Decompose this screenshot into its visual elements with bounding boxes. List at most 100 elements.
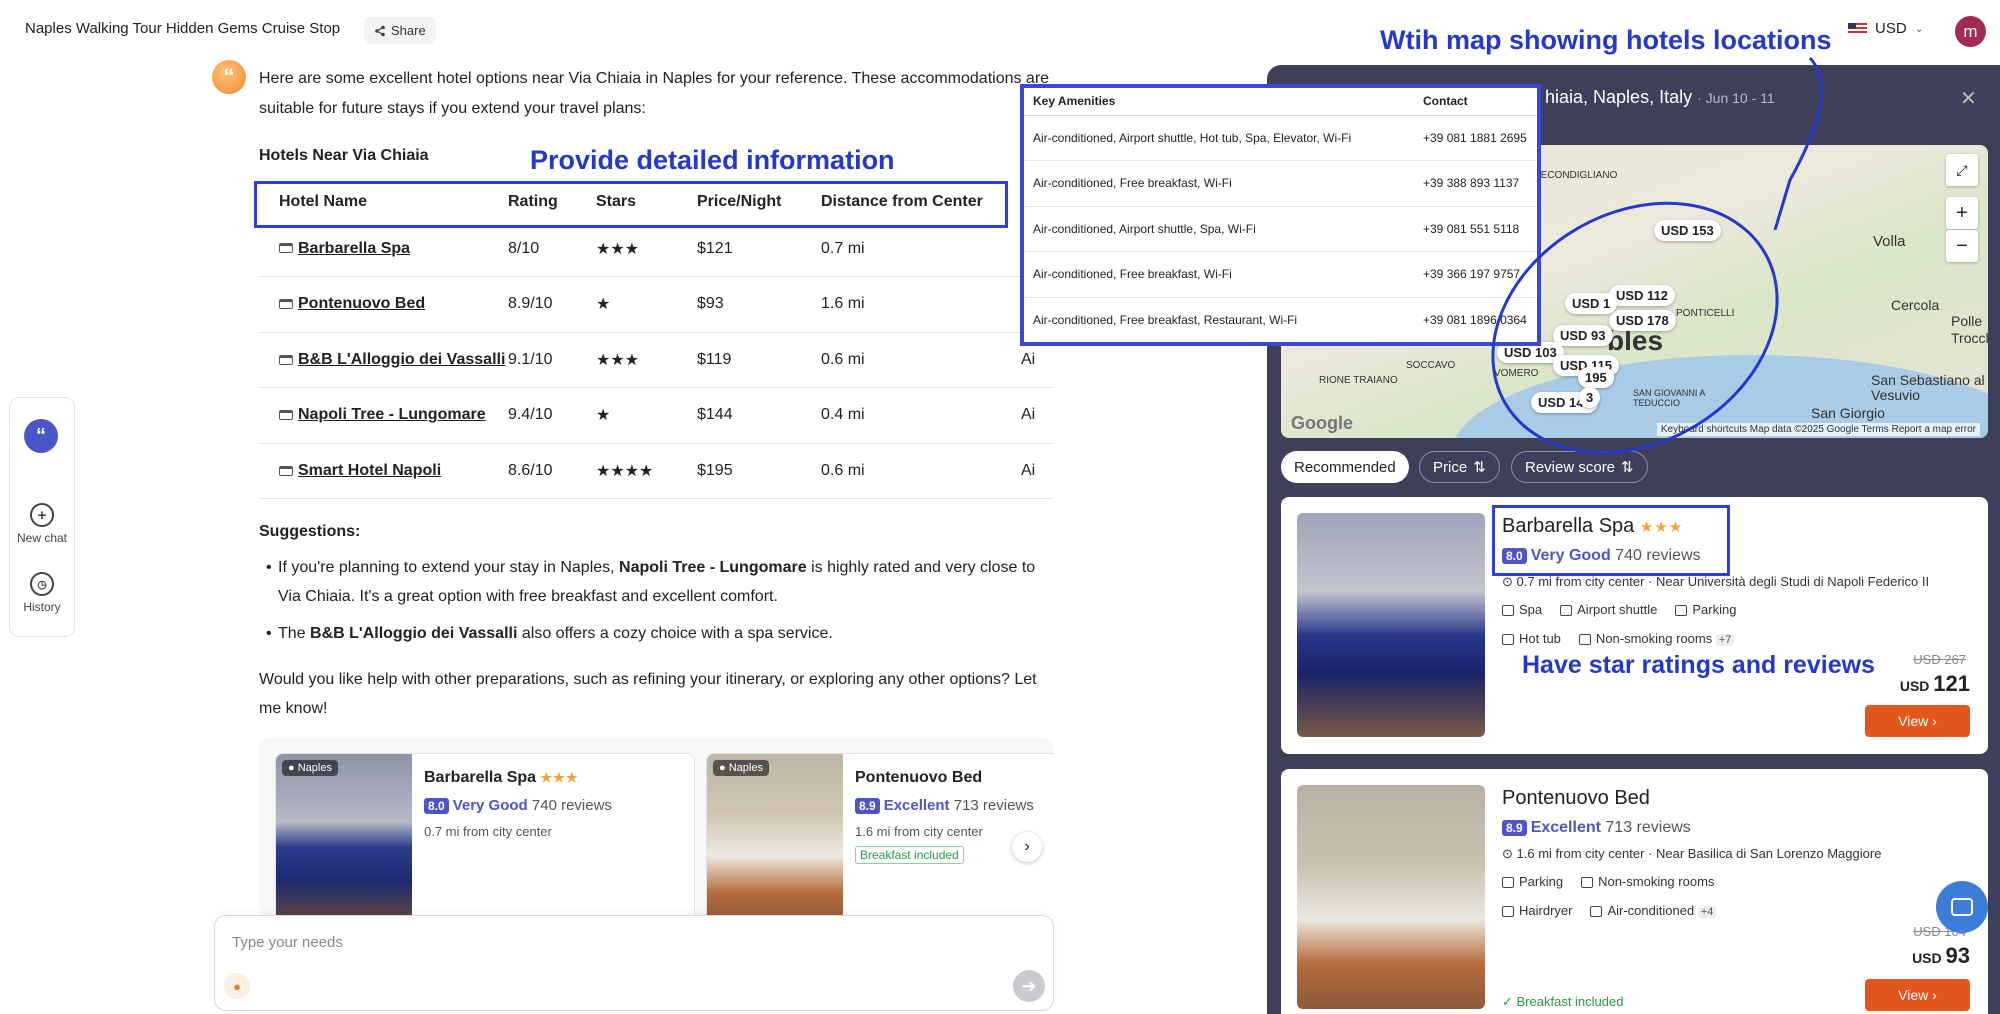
- amenities-table-overlay: Key Amenities Contact Air-conditioned, A…: [1020, 84, 1541, 346]
- bed-icon: [279, 465, 293, 476]
- map-label: Polle: [1951, 313, 1983, 329]
- amenity-item: Parking: [1502, 874, 1563, 889]
- stars-cell: ★★★★: [596, 443, 697, 499]
- price-cell: $195: [697, 443, 821, 499]
- currency-selector[interactable]: USD ⌄: [1848, 20, 1924, 37]
- original-price: USD 267: [1913, 652, 1966, 667]
- hotel-photo: [1297, 785, 1485, 1009]
- hotel-card[interactable]: ● Naples Barbarella Spa ★★★ 8.0 Very Good…: [275, 753, 695, 916]
- annotation-detail: Provide detailed information: [530, 145, 895, 175]
- parking-icon: [1502, 877, 1514, 889]
- table-row: Smart Hotel Napoli 8.6/10 ★★★★ $195 0.6 …: [259, 443, 1053, 499]
- location-tag: ● Naples: [282, 760, 338, 776]
- close-icon[interactable]: ✕: [1960, 86, 1977, 111]
- sort-price[interactable]: Price ⇅: [1419, 451, 1500, 483]
- hotel-card[interactable]: Pontenuovo Bed 8.9 Excellent 713 reviews …: [1281, 769, 1988, 1014]
- amenity-item: Hairdryer: [1502, 903, 1572, 918]
- breakfast-note: ✓ Breakfast included: [1502, 994, 1624, 1009]
- chevron-right-icon: ›: [1024, 838, 1030, 855]
- sort-recommended[interactable]: Recommended: [1281, 451, 1409, 483]
- microphone-icon[interactable]: ●: [224, 973, 250, 999]
- hotel-name: Barbarella Spa: [424, 769, 537, 786]
- price-pin[interactable]: 195: [1578, 367, 1614, 388]
- zoom-in-button[interactable]: +: [1946, 197, 1978, 229]
- hotel-link[interactable]: Smart Hotel Napoli: [298, 462, 441, 479]
- chat-input[interactable]: Type your needs: [232, 934, 343, 951]
- map-label: San Giorgio: [1811, 405, 1885, 421]
- chat-support-button[interactable]: [1936, 881, 1988, 933]
- hotel-link[interactable]: Barbarella Spa: [298, 240, 410, 257]
- score-badge: 8.0: [424, 798, 449, 814]
- rating-cell: 9.1/10: [508, 332, 596, 388]
- hotel-photo: ● Naples: [276, 754, 412, 916]
- annotation-map: Wtih map showing hotels locations: [1380, 25, 1832, 55]
- map-label: Cercola: [1891, 297, 1940, 313]
- app-logo-icon[interactable]: “: [24, 419, 58, 453]
- price: USD 93: [1912, 943, 1970, 968]
- panel-header: hiaia, Naples, Italy · Jun 10 - 11: [1545, 87, 1775, 107]
- new-chat-button[interactable]: + New chat: [9, 503, 75, 545]
- map-label: RIONE TRAIANO: [1319, 375, 1398, 386]
- score-badge: 8.9: [855, 798, 880, 814]
- assistant-intro-text: Here are some excellent hotel options ne…: [259, 70, 1050, 117]
- hotels-table: Hotel Name Rating Stars Price/Night Dist…: [259, 183, 1053, 499]
- sort-review-score[interactable]: Review score ⇅: [1511, 451, 1648, 483]
- price-pin[interactable]: USD 178: [1609, 310, 1676, 331]
- clock-icon: ◷: [30, 572, 54, 596]
- closing-text: Would you like help with other preparati…: [259, 671, 1037, 717]
- share-label: Share: [391, 23, 426, 38]
- hotel-name: Pontenuovo Bed: [855, 769, 983, 786]
- avatar[interactable]: m: [1955, 16, 1986, 47]
- hotel-photo: ● Naples: [707, 754, 843, 916]
- bed-icon: [279, 410, 293, 421]
- share-button[interactable]: Share: [364, 17, 436, 44]
- hotel-card[interactable]: ● Naples Pontenuovo Bed 8.9 Excellent 713…: [706, 753, 1054, 916]
- amenities-row: Hot tub Non-smoking rooms +7: [1502, 631, 1735, 646]
- fullscreen-icon[interactable]: ⤢: [1946, 154, 1978, 186]
- price-pin[interactable]: USD 153: [1654, 220, 1721, 241]
- location-tag: ● Naples: [713, 760, 769, 776]
- price-pin[interactable]: USD 1: [1565, 293, 1618, 314]
- table-row: Barbarella Spa 8/10 ★★★ $121 0.7 mi: [259, 221, 1053, 277]
- table-row: Air-conditioned, Free breakfast, Restaur…: [1033, 313, 1527, 327]
- table-row: Napoli Tree - Lungomare 9.4/10 ★ $144 0.…: [259, 387, 1053, 444]
- hotel-cards-carousel: ● Naples Barbarella Spa ★★★ 8.0 Very Good…: [259, 738, 1054, 916]
- breakfast-chip: Breakfast included: [855, 846, 964, 864]
- hotel-link[interactable]: Napoli Tree - Lungomare: [298, 406, 486, 423]
- hotel-link[interactable]: B&B L'Alloggio dei Vassalli: [298, 351, 505, 368]
- chat-icon: [1951, 898, 1973, 916]
- hot-tub-icon: [1502, 634, 1514, 646]
- zoom-out-button[interactable]: −: [1946, 230, 1978, 262]
- amenity-item: Parking: [1675, 602, 1736, 617]
- map-attribution[interactable]: Keyboard shortcuts Map data ©2025 Google…: [1656, 423, 1980, 436]
- parking-icon: [1675, 605, 1688, 617]
- no-smoking-icon: [1581, 877, 1594, 889]
- score-label: Excellent: [883, 797, 950, 814]
- shuttle-icon: [1560, 605, 1573, 617]
- hairdryer-icon: [1502, 906, 1514, 918]
- annotation-box-rating: [1492, 505, 1730, 576]
- score-badge: 8.9: [1502, 820, 1527, 836]
- map-label: San Sebastiano al Vesuvio: [1871, 372, 1985, 403]
- distance-cell: 0.7 mi: [821, 221, 1021, 277]
- view-button[interactable]: View ›: [1865, 979, 1970, 1011]
- chat-input-box[interactable]: [214, 915, 1054, 1011]
- table-row: B&B L'Alloggio dei Vassalli 9.1/10 ★★★ $…: [259, 332, 1053, 388]
- star-rating: ★★★: [540, 770, 579, 785]
- table-row: Air-conditioned, Free breakfast, Wi-Fi +3…: [1024, 160, 1537, 207]
- review-count: 713 reviews: [953, 797, 1034, 814]
- extra-cell: Ai: [1021, 387, 1053, 444]
- rating-cell: 9.4/10: [508, 387, 596, 444]
- price-cell: $119: [697, 332, 821, 388]
- price-pin[interactable]: USD 93: [1553, 325, 1613, 346]
- hotel-link[interactable]: Pontenuovo Bed: [298, 295, 425, 312]
- location-line: ⊙ 0.7 mi from city center · Near Univers…: [1502, 574, 1930, 589]
- map-label: SOCCAVO: [1406, 360, 1456, 371]
- price-pin[interactable]: USD 112: [1609, 285, 1676, 306]
- send-button[interactable]: ➔: [1013, 970, 1045, 1002]
- view-button[interactable]: View ›: [1865, 705, 1970, 737]
- carousel-next-button[interactable]: ›: [1012, 832, 1042, 862]
- us-flag-icon: [1848, 22, 1867, 35]
- distance-text: 1.6 mi from city center: [855, 824, 983, 839]
- history-button[interactable]: ◷ History: [9, 572, 75, 614]
